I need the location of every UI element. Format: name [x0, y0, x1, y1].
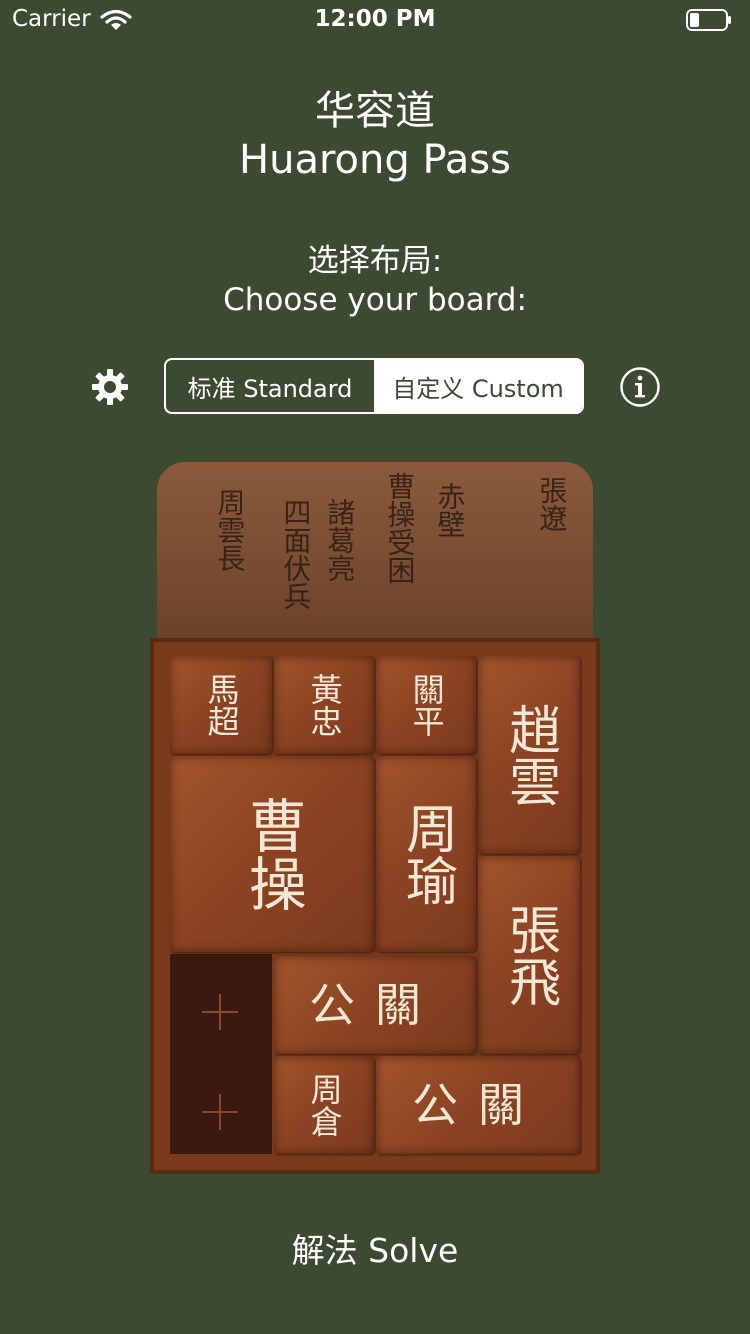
gear-icon[interactable]: [90, 367, 130, 407]
info-icon[interactable]: [619, 366, 661, 408]
app-title-english: Huarong Pass: [239, 137, 511, 183]
puzzle-board: 張遼 赤壁 曹操受困 諸葛亮 四面伏兵 周雲長 馬超 黃忠 關平 趙雲 曹操 周…: [150, 462, 600, 1174]
status-time: 12:00 PM: [314, 6, 436, 32]
piece-guan-ping[interactable]: 關平: [376, 656, 476, 754]
battery-icon: [686, 9, 731, 31]
piece-huang-zhong[interactable]: 黃忠: [274, 656, 374, 754]
piece-label: 周瑜: [396, 802, 457, 906]
piece-label: 馬超: [202, 673, 241, 737]
piece-zhang-fei[interactable]: 張飛: [478, 856, 580, 1054]
status-bar: Carrier 12:00 PM: [0, 0, 750, 40]
piece-label: 周倉: [305, 1073, 344, 1137]
piece-guan-gong-second[interactable]: 關公: [376, 1056, 580, 1154]
piece-guan-gong[interactable]: 關公: [274, 956, 476, 1054]
app-title-chinese: 华容道: [315, 88, 435, 134]
piece-label: 關平: [407, 673, 446, 737]
solve-button[interactable]: 解法 Solve: [0, 1224, 750, 1272]
lid-inscription: 諸葛亮: [323, 498, 357, 582]
lid-inscription: 四面伏兵: [279, 498, 313, 610]
piece-label: 黃忠: [305, 673, 344, 737]
piece-zhao-yun[interactable]: 趙雲: [478, 656, 580, 854]
choose-board-prompt-chinese: 选择布局:: [307, 243, 443, 279]
standard-board-option[interactable]: 标准 Standard: [166, 360, 374, 412]
piece-label: 關公: [412, 1077, 544, 1132]
board-selector: 标准 Standard 自定义 Custom: [164, 358, 584, 414]
piece-zhou-yu[interactable]: 周瑜: [376, 756, 476, 952]
lid-inscription: 周雲長: [213, 488, 247, 572]
plus-icon[interactable]: [202, 994, 238, 1030]
lid-inscription: 赤壁: [433, 482, 467, 538]
piece-label: 關公: [309, 977, 441, 1032]
piece-ma-chao[interactable]: 馬超: [170, 656, 272, 754]
piece-label: 曹操: [238, 796, 307, 912]
piece-zhou-cang[interactable]: 周倉: [274, 1056, 374, 1154]
piece-cao-cao[interactable]: 曹操: [170, 756, 374, 952]
choose-board-prompt-english: Choose your board:: [223, 282, 527, 318]
plus-icon[interactable]: [202, 1094, 238, 1130]
custom-board-option[interactable]: 自定义 Custom: [374, 360, 582, 412]
piece-label: 趙雲: [499, 703, 560, 807]
lid-inscription: 曹操受困: [383, 472, 417, 584]
piece-label: 張飛: [499, 903, 560, 1007]
lid-inscription: 張遼: [535, 476, 569, 532]
board-lid: 張遼 赤壁 曹操受困 諸葛亮 四面伏兵 周雲長: [157, 462, 593, 644]
